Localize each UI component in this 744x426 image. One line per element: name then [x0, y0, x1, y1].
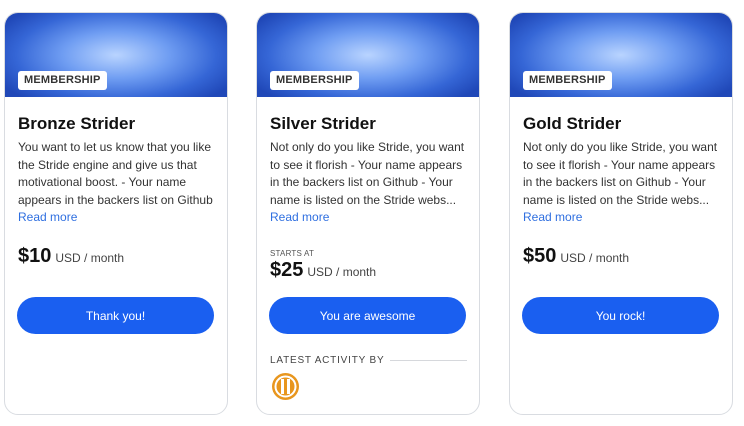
you-are-awesome-button[interactable]: You are awesome	[269, 297, 466, 334]
latest-activity-label: LATEST ACTIVITY BY	[270, 355, 385, 366]
backer-avatar[interactable]	[272, 373, 299, 400]
read-more-link[interactable]: Read more	[18, 210, 77, 224]
price-amount: $25	[270, 259, 304, 281]
price-period: USD / month	[55, 251, 125, 265]
card-banner: MEMBERSHIP	[5, 13, 227, 97]
tier-card-bronze: MEMBERSHIP Bronze Strider You want to le…	[4, 12, 228, 415]
card-banner: MEMBERSHIP	[257, 13, 479, 97]
tier-title: Bronze Strider	[18, 114, 136, 133]
price-amount: $10	[18, 245, 52, 267]
tier-card-gold: MEMBERSHIP Gold Strider Not only do you …	[509, 12, 733, 415]
you-rock-button[interactable]: You rock!	[522, 297, 719, 334]
read-more-link[interactable]: Read more	[523, 210, 582, 224]
card-banner: MEMBERSHIP	[510, 13, 732, 97]
divider	[390, 360, 467, 361]
read-more-link[interactable]: Read more	[270, 210, 329, 224]
tier-card-silver: MEMBERSHIP Silver Strider Not only do yo…	[256, 12, 480, 415]
price: $25 USD / month	[270, 259, 376, 282]
price: $50 USD / month	[523, 245, 629, 268]
starts-at-label: STARTS AT	[270, 249, 315, 258]
price: $10 USD / month	[18, 245, 124, 268]
membership-badge: MEMBERSHIP	[523, 71, 612, 90]
membership-badge: MEMBERSHIP	[270, 71, 359, 90]
thank-you-button[interactable]: Thank you!	[17, 297, 214, 334]
tier-title: Gold Strider	[523, 114, 622, 133]
membership-badge: MEMBERSHIP	[18, 71, 107, 90]
tier-description: Not only do you like Stride, you want to…	[523, 140, 718, 207]
price-amount: $50	[523, 245, 557, 267]
tier-description: You want to let us know that you like th…	[18, 140, 213, 207]
price-period: USD / month	[307, 265, 377, 279]
latest-activity-header: LATEST ACTIVITY BY	[270, 355, 467, 366]
price-period: USD / month	[560, 251, 630, 265]
tier-title: Silver Strider	[270, 114, 376, 133]
tier-description: Not only do you like Stride, you want to…	[270, 140, 465, 207]
